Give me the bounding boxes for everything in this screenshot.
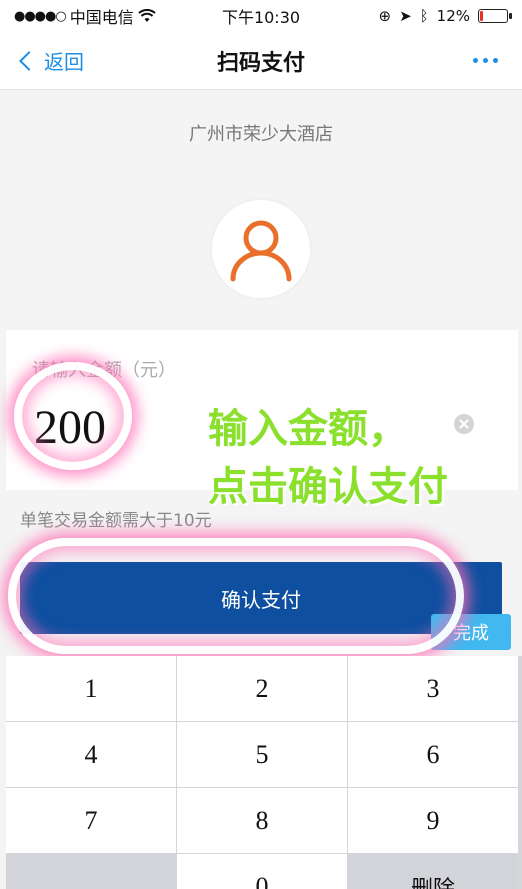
merchant-avatar (212, 200, 310, 298)
status-bar: ●●●●○ 中国电信 下午10:30 ⊕ ➤ ᛒ 12% (0, 0, 522, 32)
clear-icon[interactable] (454, 414, 474, 434)
key-7[interactable]: 7 (6, 788, 176, 853)
key-blank (6, 854, 176, 889)
key-1[interactable]: 1 (6, 656, 176, 721)
more-dot (493, 58, 498, 63)
numeric-keypad: 1 2 3 4 5 6 7 8 9 0 删除 (6, 656, 522, 889)
more-options-icon[interactable] (473, 58, 498, 63)
key-4[interactable]: 4 (6, 722, 176, 787)
status-time: 下午10:30 (221, 8, 301, 27)
battery-icon (478, 9, 512, 23)
back-label: 返回 (44, 50, 84, 74)
chevron-left-icon (19, 50, 39, 71)
more-dot (483, 58, 488, 63)
back-button[interactable]: 返回 (19, 46, 84, 75)
key-8[interactable]: 8 (177, 788, 347, 853)
key-3[interactable]: 3 (348, 656, 518, 721)
min-amount-hint: 单笔交易金额需大于10元 (20, 511, 212, 531)
more-dot (473, 58, 478, 63)
key-0[interactable]: 0 (177, 854, 347, 889)
battery-level (480, 11, 483, 21)
amount-input[interactable]: 200 (34, 400, 106, 455)
nav-bar: 返回 扫码支付 (0, 32, 522, 90)
key-9[interactable]: 9 (348, 788, 518, 853)
key-2[interactable]: 2 (177, 656, 347, 721)
confirm-payment-button[interactable]: 确认支付 (20, 562, 502, 634)
amount-label: 请输入金额（元） (32, 360, 176, 381)
key-5[interactable]: 5 (177, 722, 347, 787)
delete-key[interactable]: 删除 (348, 854, 518, 889)
amount-card: 请输入金额（元） 200 (6, 330, 518, 490)
merchant-name: 广州市荣少大酒店 (189, 124, 333, 145)
key-6[interactable]: 6 (348, 722, 518, 787)
user-icon (230, 220, 292, 282)
done-button[interactable]: 完成 (431, 614, 511, 650)
merchant-section: 广州市荣少大酒店 (0, 90, 522, 328)
